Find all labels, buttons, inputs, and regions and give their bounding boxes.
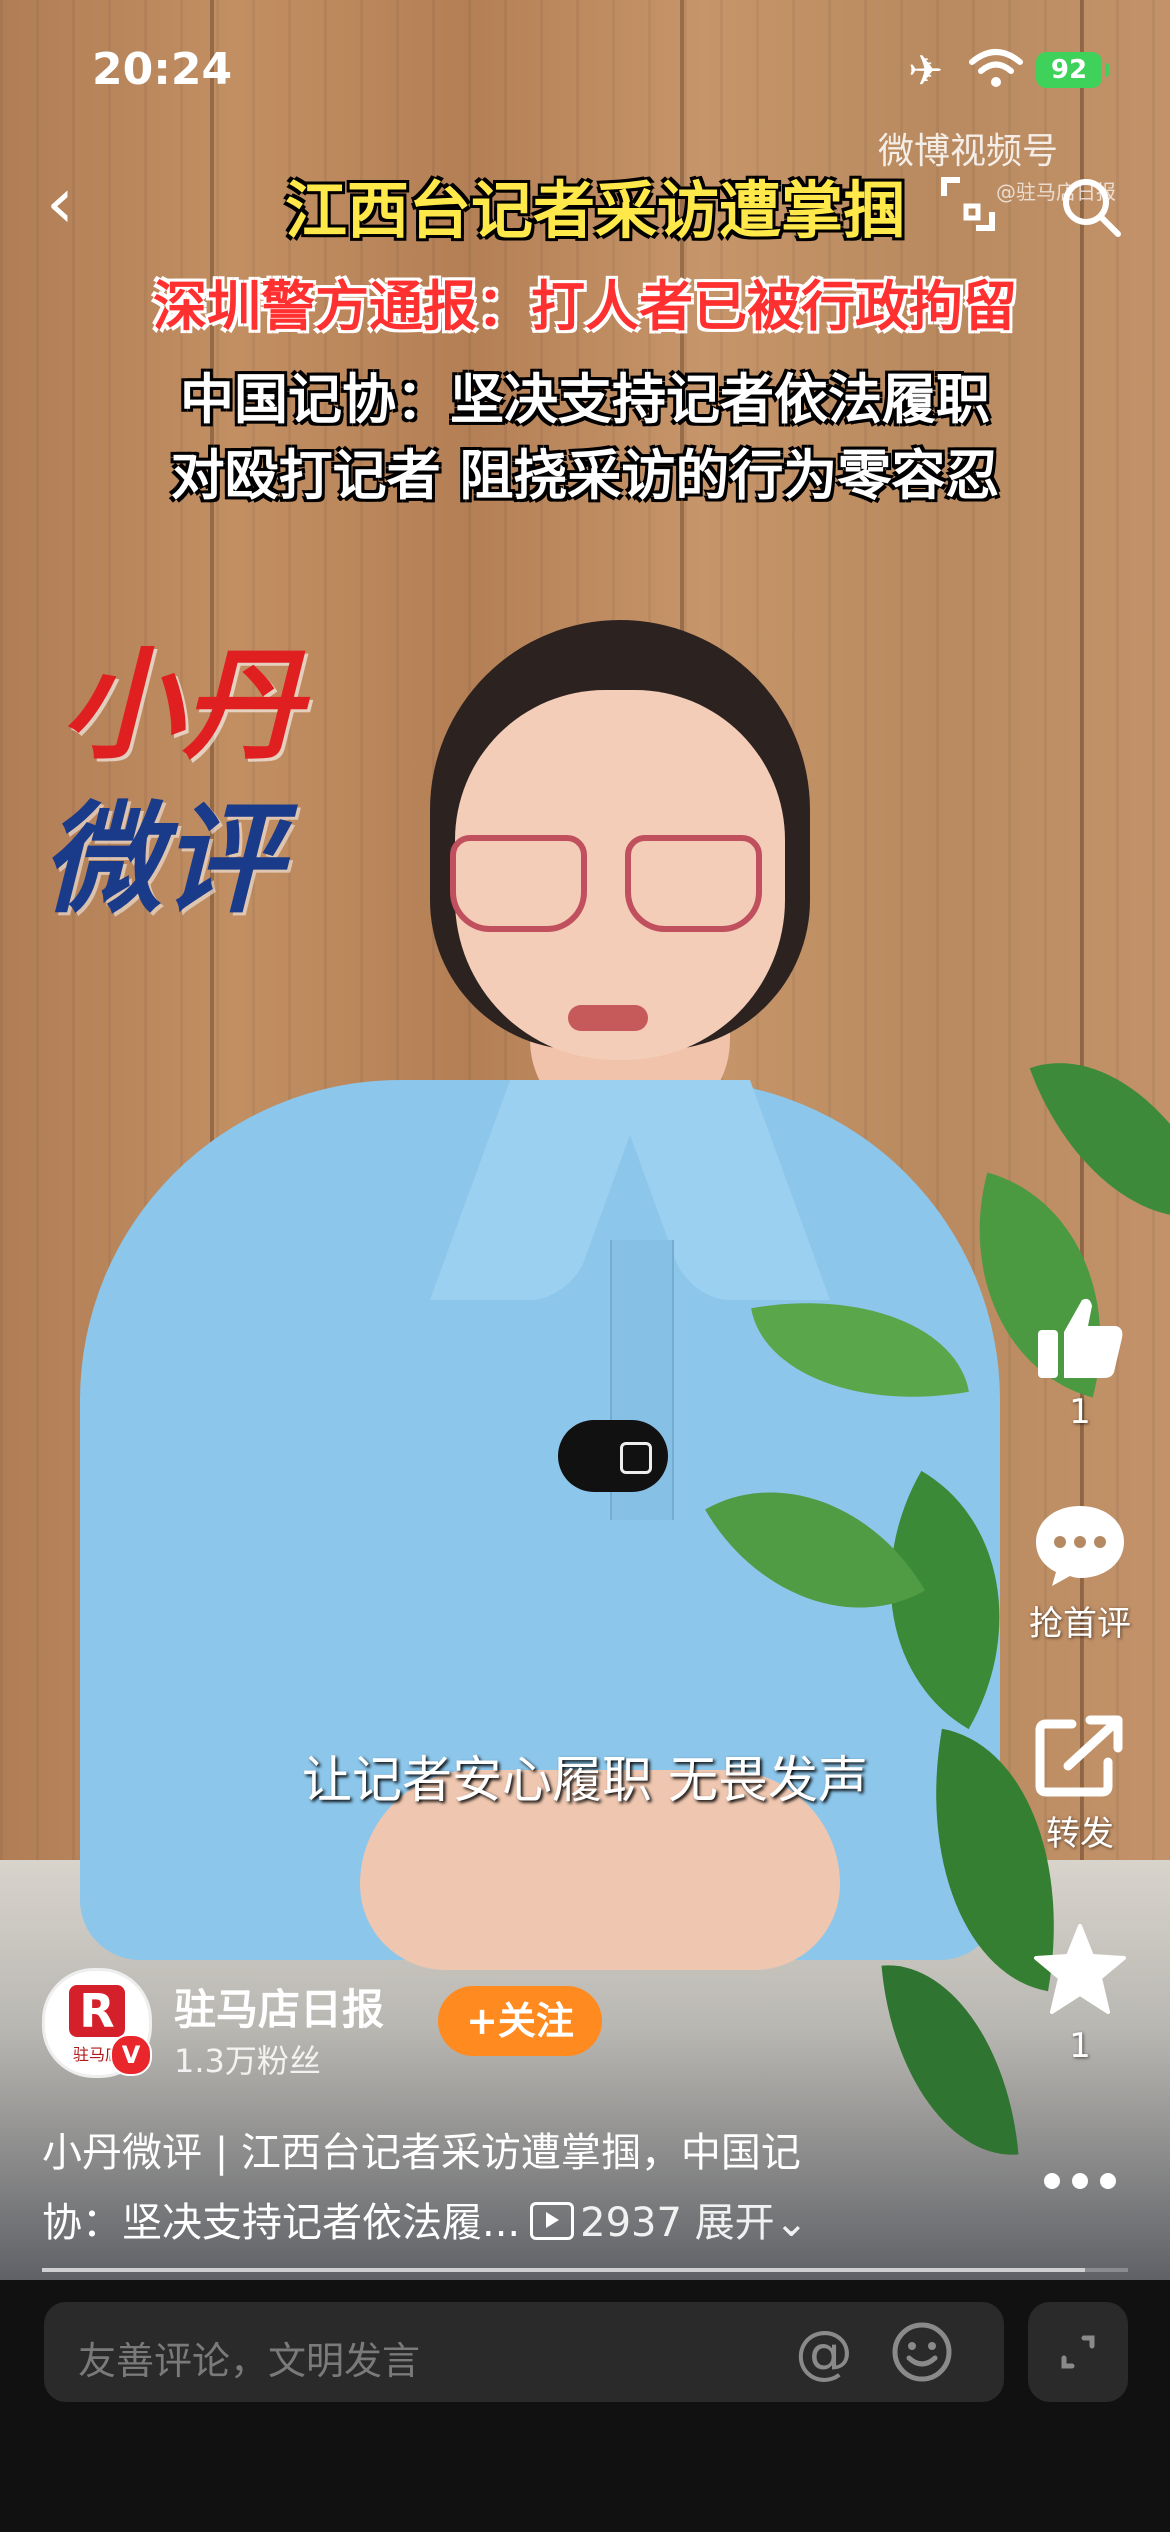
share-icon — [1035, 1715, 1123, 1797]
comment-input[interactable]: 友善评论，文明发言 @ — [44, 2302, 1004, 2402]
fullscreen-comment-button[interactable] — [1028, 2302, 1128, 2402]
favorite-button[interactable]: 1 — [1020, 1920, 1140, 2066]
glasses-left-lens — [450, 835, 587, 932]
back-button[interactable]: ‹ — [30, 168, 90, 238]
wifi-icon — [969, 49, 1023, 87]
expand-icon — [1061, 2335, 1095, 2369]
video-frame[interactable] — [0, 0, 1170, 2280]
play-count: 2937 — [580, 2200, 682, 2246]
statement-caption: 中国记协：坚决支持记者依法履职 对殴打记者 阻挠采访的行为零容忍 — [105, 362, 1065, 514]
star-icon — [1034, 1924, 1126, 2014]
presenter-mouth — [568, 1005, 648, 1031]
avatar-logo-icon: R — [69, 1985, 125, 2037]
expand-link[interactable]: 展开⌄ — [695, 2200, 809, 2246]
statement-line-2: 对殴打记者 阻挠采访的行为零容忍 — [170, 444, 1000, 507]
video-headline: 江西台记者采访遭掌掴 — [284, 174, 905, 247]
like-count: 1 — [1069, 1392, 1091, 1432]
follow-button[interactable]: +关注 — [438, 1986, 602, 2056]
like-button[interactable]: 1 — [1020, 1290, 1140, 1432]
airplane-icon: ✈ — [908, 46, 944, 95]
thumbs-up-icon — [1038, 1298, 1123, 1378]
playback-progress-fill — [42, 2268, 1085, 2272]
play-count-icon — [530, 2202, 575, 2240]
police-notice-caption: 深圳警方通报：打人者已被行政拘留 — [153, 275, 1017, 338]
favorite-count: 1 — [1069, 2026, 1091, 2066]
expand-label: 展开 — [694, 2200, 775, 2246]
comment-button[interactable]: 抢首评 — [1020, 1500, 1140, 1645]
column-logo-line-1: 小丹 — [62, 635, 302, 776]
verified-badge-icon: V — [110, 2034, 152, 2076]
search-icon[interactable] — [1058, 174, 1124, 240]
column-logo-line-2: 微评 — [42, 789, 282, 930]
emoji-icon[interactable] — [890, 2320, 954, 2384]
description-line-2: 协：坚决支持记者依法履... — [42, 2200, 521, 2246]
status-time: 20:24 — [92, 44, 233, 95]
video-subtitle: 让记者安心履职 无畏发声 — [302, 1751, 868, 1809]
comment-bubble-icon — [1036, 1506, 1124, 1586]
description-line-2-row: 协：坚决支持记者依法履... 2937 展开⌄ — [42, 2188, 922, 2258]
more-button[interactable] — [1020, 2166, 1140, 2196]
video-screen: 20:24 ✈ 92 ‹ 微博视频号 @驻马店日报 江西台记者采访遭掌掴 深圳警… — [0, 0, 1170, 2532]
share-button[interactable]: 转发 — [1020, 1710, 1140, 1855]
playback-progress-bar[interactable] — [42, 2268, 1128, 2272]
description-line-1: 小丹微评 | 江西台记者采访遭掌掴，中国记 — [42, 2130, 801, 2176]
author-fans-count: 1.3万粉丝 — [174, 2042, 321, 2080]
share-label: 转发 — [1046, 1814, 1114, 1854]
statement-line-1: 中国记协：坚决支持记者依法履职 — [180, 368, 990, 431]
comment-label: 抢首评 — [1029, 1604, 1131, 1644]
mention-icon[interactable]: @ — [792, 2320, 856, 2384]
chevron-down-icon: ⌄ — [774, 2200, 809, 2246]
battery-indicator: 92 — [1036, 52, 1109, 88]
video-description[interactable]: 小丹微评 | 江西台记者采访遭掌掴，中国记 协：坚决支持记者依法履... 2937… — [42, 2118, 922, 2258]
comment-placeholder: 友善评论，文明发言 — [78, 2339, 421, 2383]
lapel-microphone — [558, 1420, 668, 1492]
status-bar: 20:24 ✈ 92 — [0, 0, 1170, 140]
author-name[interactable]: 驻马店日报 — [174, 1976, 384, 2037]
glasses-right-lens — [625, 835, 762, 932]
more-icon — [1044, 2173, 1116, 2189]
